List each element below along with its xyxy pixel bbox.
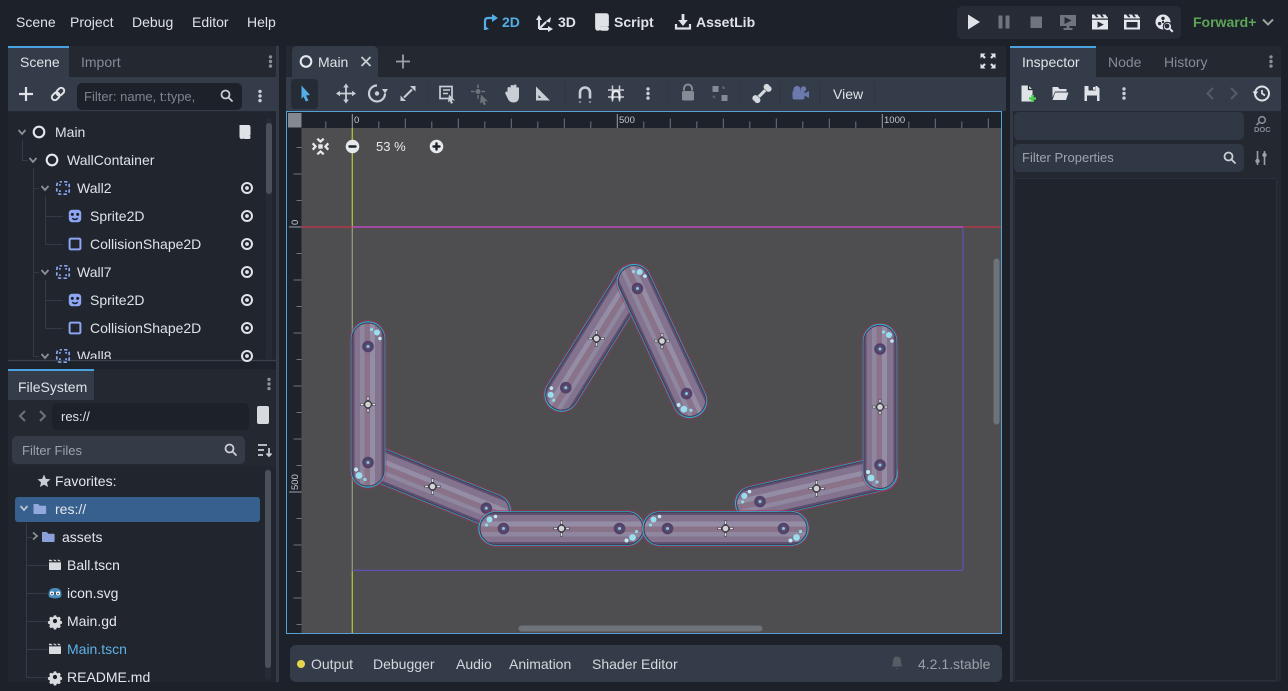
svg-text:1000: 1000 [884, 115, 905, 126]
svg-text:500: 500 [290, 474, 301, 490]
svg-text:0: 0 [354, 115, 359, 126]
svg-text:0: 0 [290, 219, 301, 224]
svg-text:53 %: 53 % [376, 139, 406, 154]
svg-text:500: 500 [619, 115, 635, 126]
